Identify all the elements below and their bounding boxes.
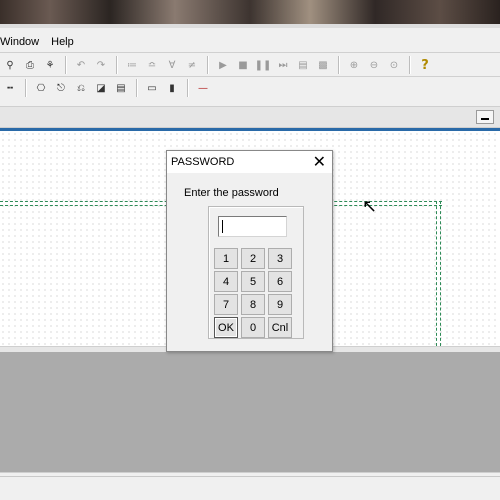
key-5-button[interactable]: 5 [241, 271, 265, 292]
help-icon[interactable]: ? [415, 55, 435, 75]
tool-b-icon[interactable]: ≏ [142, 55, 162, 75]
find-icon[interactable]: ⚘ [40, 55, 60, 75]
toolbar-separator [187, 79, 188, 97]
ok-button[interactable]: OK [214, 317, 238, 338]
toolbar-separator [25, 79, 26, 97]
timer-icon[interactable]: ⎔ [31, 78, 51, 98]
key-3-button[interactable]: 3 [268, 248, 292, 269]
coil-icon[interactable]: ⎋ [51, 78, 71, 98]
key-2-button[interactable]: 2 [241, 248, 265, 269]
key-6-button[interactable]: 6 [268, 271, 292, 292]
mdi-background [0, 352, 500, 472]
tool-d-icon[interactable]: ≠ [182, 55, 202, 75]
minimize-icon[interactable] [476, 110, 494, 124]
keypad: 1 2 3 4 5 6 7 8 9 OK 0 Cnl [214, 248, 292, 338]
mouse-pointer-icon: ↖ [362, 196, 378, 217]
toolbar-separator [65, 56, 66, 74]
password-input[interactable] [218, 216, 287, 237]
function-icon[interactable]: ▤ [111, 78, 131, 98]
document-titlebar [0, 106, 500, 128]
step-icon[interactable]: ⏭ [273, 55, 293, 75]
dialog-titlebar: PASSWORD ✕ [167, 151, 332, 173]
undo-icon[interactable]: ↶ [71, 55, 91, 75]
sub-a-icon[interactable]: ▭ [142, 78, 162, 98]
key-8-button[interactable]: 8 [241, 294, 265, 315]
contact-b-icon[interactable]: ⎌ [71, 78, 91, 98]
toolbar-separator [409, 56, 410, 74]
key-0-button[interactable]: 0 [241, 317, 265, 338]
tool-c-icon[interactable]: ∀ [162, 55, 182, 75]
cancel-button[interactable]: Cnl [268, 317, 292, 338]
key-4-button[interactable]: 4 [214, 271, 238, 292]
status-bar [0, 472, 500, 500]
print-icon[interactable]: ⎙ [20, 55, 40, 75]
zoom-fit-icon[interactable]: ⊙ [384, 55, 404, 75]
key-9-button[interactable]: 9 [268, 294, 292, 315]
background-strip [0, 0, 500, 28]
toolbar-separator [207, 56, 208, 74]
keypad-group: 1 2 3 4 5 6 7 8 9 OK 0 Cnl [208, 206, 304, 339]
menubar: Window Help [0, 34, 74, 52]
ladder-rail [436, 201, 441, 346]
monitor-icon[interactable]: ▤ [293, 55, 313, 75]
zoom-out-icon[interactable]: ⊖ [364, 55, 384, 75]
redo-icon[interactable]: ↷ [91, 55, 111, 75]
line-icon[interactable]: — [193, 78, 213, 98]
text-caret [222, 220, 223, 233]
toolbar-divider [0, 52, 500, 53]
toolbar-separator [338, 56, 339, 74]
contact-icon[interactable]: ╍ [0, 78, 20, 98]
dialog-title: PASSWORD [171, 156, 235, 168]
toolbar-main: ⚲ ⎙ ⚘ ↶ ↷ ≔ ≏ ∀ ≠ ▶ ■ ❚❚ ⏭ ▤ ▩ ⊕ ⊖ ⊙ ? [0, 54, 435, 76]
password-dialog: PASSWORD ✕ Enter the password 1 2 3 4 5 … [166, 150, 333, 352]
key-7-button[interactable]: 7 [214, 294, 238, 315]
menu-window[interactable]: Window [0, 34, 39, 52]
run-icon[interactable]: ▶ [213, 55, 233, 75]
pause-icon[interactable]: ❚❚ [253, 55, 273, 75]
password-prompt: Enter the password [184, 187, 279, 199]
status-bar-line [0, 476, 500, 477]
close-icon[interactable]: ✕ [313, 153, 326, 171]
toolbar-ladder: ╍ ⎔ ⎋ ⎌ ◪ ▤ ▭ ▮ — [0, 77, 213, 99]
stop-icon[interactable]: ■ [233, 55, 253, 75]
key-1-button[interactable]: 1 [214, 248, 238, 269]
toolbar-separator [116, 56, 117, 74]
block-icon[interactable]: ◪ [91, 78, 111, 98]
monitor-b-icon[interactable]: ▩ [313, 55, 333, 75]
print-preview-icon[interactable]: ⚲ [0, 55, 20, 75]
toolbar-separator [136, 79, 137, 97]
menu-help[interactable]: Help [51, 34, 74, 52]
tool-a-icon[interactable]: ≔ [122, 55, 142, 75]
sub-b-icon[interactable]: ▮ [162, 78, 182, 98]
zoom-in-icon[interactable]: ⊕ [344, 55, 364, 75]
